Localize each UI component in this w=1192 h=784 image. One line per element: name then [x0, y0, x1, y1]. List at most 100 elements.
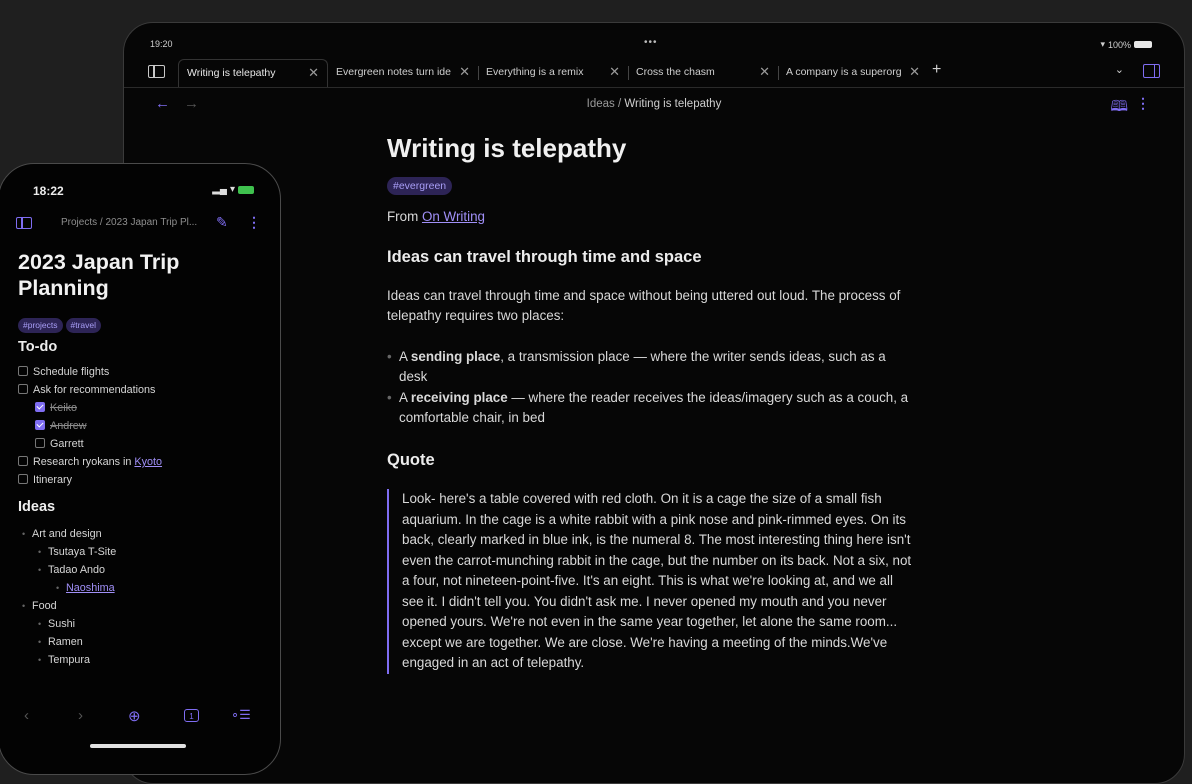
heading-quote: Quote [387, 450, 435, 469]
heading-todo: To-do [18, 339, 58, 355]
checkbox[interactable] [18, 456, 28, 466]
reading-mode-icon[interactable]: 🕮 [1110, 96, 1128, 121]
naoshima-link[interactable]: Naoshima [66, 582, 115, 594]
tag-projects[interactable]: #projects [18, 318, 63, 333]
todo-item: Itinerary [18, 471, 268, 489]
checkbox[interactable] [18, 384, 28, 394]
tab-label: Evergreen notes turn ide [336, 66, 451, 78]
back-chevron-icon[interactable]: ‹ [24, 707, 29, 724]
tab-bar: Writing is telepathy ✕ Evergreen notes t… [124, 59, 1184, 88]
checkbox-checked[interactable] [35, 420, 45, 430]
todo-item: Andrew [18, 417, 268, 435]
breadcrumb-separator: / [614, 98, 625, 110]
edit-pencil-icon[interactable]: ✎ [216, 214, 228, 231]
todo-label: Keiko [50, 402, 78, 414]
todo-item: Ask for recommendations [18, 381, 268, 399]
kyoto-link[interactable]: Kyoto [134, 456, 162, 468]
signal-icon: ▂▄ [212, 184, 227, 195]
tabs: Writing is telepathy ✕ Evergreen notes t… [178, 59, 928, 87]
tag-evergreen[interactable]: #evergreen [387, 177, 453, 195]
blockquote: Look- here's a table covered with red cl… [387, 489, 917, 674]
checkbox-checked[interactable] [35, 402, 45, 412]
note-content: Writing is telepathy #evergreen From On … [387, 133, 917, 674]
tab-label: Cross the chasm [636, 66, 715, 78]
note-title: 2023 Japan Trip Planning [18, 250, 180, 300]
home-indicator [90, 744, 186, 748]
status-icons: ▾ 100% [1100, 39, 1152, 50]
new-note-icon[interactable]: ⊕ [128, 707, 141, 725]
todo-item: Schedule flights [18, 363, 268, 381]
bullet-bold: receiving place [410, 389, 508, 405]
todo-label: Itinerary [33, 474, 73, 486]
tab-a-company-is-a-superorg[interactable]: A company is a superorg ✕ [778, 59, 928, 87]
list-item: Tadao Ando [38, 561, 268, 579]
tablet-status-bar: 19:20 ••• ▾ 100% [124, 37, 1184, 53]
tab-writing-is-telepathy[interactable]: Writing is telepathy ✕ [178, 59, 328, 87]
bullet-prefix: A [399, 348, 411, 364]
from-line: From On Writing [387, 207, 917, 228]
close-tab-icon[interactable]: ✕ [459, 64, 470, 80]
battery-icon [1134, 41, 1152, 48]
note-title: Writing is telepathy [387, 133, 627, 163]
list-item: Food [22, 597, 268, 615]
heading-ideas: Ideas [18, 499, 56, 515]
checkbox[interactable] [35, 438, 45, 448]
todo-label: Schedule flights [33, 366, 110, 378]
list-item: Ramen [38, 633, 268, 651]
todo-label: Andrew [50, 420, 87, 432]
status-icons: ▂▄ ▾ [212, 184, 254, 195]
tab-label: Everything is a remix [486, 66, 584, 78]
navigation-row: ← → Ideas / Writing is telepathy 🕮 ⋮ [124, 93, 1184, 117]
close-tab-icon[interactable]: ✕ [759, 64, 770, 80]
list-item: Tempura [38, 651, 268, 669]
tab-label: A company is a superorg [786, 66, 902, 78]
todo-label: Research ryokans in [33, 456, 135, 468]
phone-note-content: 2023 Japan Trip Planning #projects #trave… [18, 249, 268, 669]
bullet-prefix: A [399, 389, 411, 405]
places-list: A sending place, a transmission place — … [387, 347, 917, 429]
list-item: Art and design [22, 525, 268, 543]
wifi-icon: ▾ [1100, 39, 1105, 49]
breadcrumb-folder[interactable]: Ideas [587, 98, 615, 110]
list-item: A receiving place — where the reader rec… [387, 388, 917, 429]
list-item: Tsutaya T-Site [38, 543, 268, 561]
menu-icon[interactable]: ∘☰ [231, 707, 251, 723]
sidebar-toggle-icon[interactable] [16, 217, 32, 229]
right-sidebar-toggle-icon[interactable] [1143, 64, 1160, 78]
from-prefix: From [387, 208, 422, 224]
todo-item: Keiko [18, 399, 268, 417]
checkbox[interactable] [18, 474, 28, 484]
tab-cross-the-chasm[interactable]: Cross the chasm ✕ [628, 59, 778, 87]
phone-bottom-bar: ‹ › ⊕ 1 ∘☰ [0, 707, 280, 729]
bullet-bold: sending place [410, 348, 501, 364]
tab-count-icon[interactable]: 1 [184, 709, 199, 722]
battery-charging-icon [238, 185, 254, 194]
checkbox[interactable] [18, 366, 28, 376]
multitask-dots-icon[interactable]: ••• [644, 37, 658, 48]
tab-evergreen-notes[interactable]: Evergreen notes turn ide ✕ [328, 59, 478, 87]
todo-label: Ask for recommendations [33, 384, 156, 396]
on-writing-link[interactable]: On Writing [422, 209, 485, 224]
new-tab-icon[interactable]: + [932, 61, 941, 79]
breadcrumb[interactable]: Projects / 2023 Japan Trip Pl... [61, 217, 197, 228]
close-tab-icon[interactable]: ✕ [308, 65, 319, 81]
tab-list-chevron-icon[interactable]: ⌄ [1115, 63, 1124, 76]
tab-everything-is-a-remix[interactable]: Everything is a remix ✕ [478, 59, 628, 87]
todo-item: Garrett [18, 435, 268, 453]
list-item: Naoshima [56, 579, 268, 597]
forward-chevron-icon[interactable]: › [78, 707, 83, 724]
left-sidebar-toggle-icon[interactable] [148, 65, 165, 78]
list-item: Sushi [38, 615, 268, 633]
breadcrumb: Ideas / Writing is telepathy [124, 98, 1184, 110]
battery-percent: 100% [1107, 39, 1131, 50]
close-tab-icon[interactable]: ✕ [909, 64, 920, 80]
tag-travel[interactable]: #travel [65, 318, 102, 333]
heading-ideas-travel: Ideas can travel through time and space [387, 248, 702, 266]
phone-window: 18:22 ▂▄ ▾ Projects / 2023 Japan Trip Pl… [0, 163, 281, 775]
more-options-icon[interactable]: ⋮ [247, 214, 261, 231]
breadcrumb-note[interactable]: Writing is telepathy [624, 98, 721, 110]
more-options-icon[interactable]: ⋮ [1136, 95, 1150, 112]
status-time: 18:22 [33, 184, 64, 198]
close-tab-icon[interactable]: ✕ [609, 64, 620, 80]
tab-label: Writing is telepathy [187, 67, 276, 79]
